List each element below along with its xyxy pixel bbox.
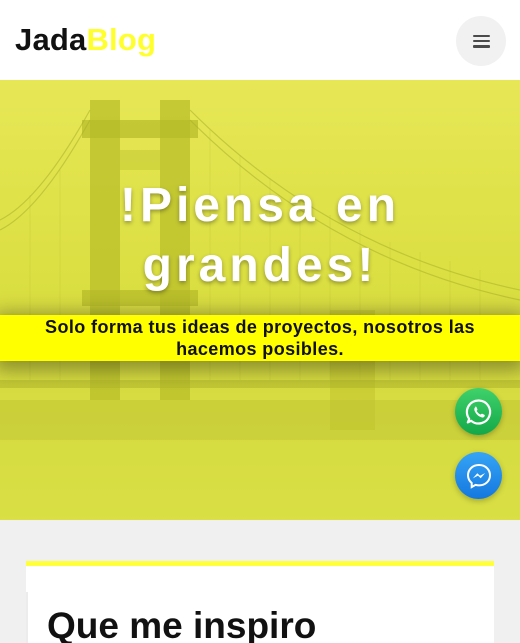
hero-banner: !Piensa en grandes! Solo forma tus ideas… [0,80,520,520]
hero-title: !Piensa en grandes! [0,176,520,296]
whatsapp-icon [465,398,491,425]
whatsapp-button[interactable] [455,388,502,435]
brand-logo[interactable]: JadaBlog [15,22,156,58]
bridge-background-image [0,80,520,520]
brand-name-accent: Blog [86,22,157,57]
inspiration-card: Que me inspiro [26,561,494,643]
brand-name-primary: Jada [15,22,87,57]
hero-subtitle-line2: hacemos posibles. [176,339,344,359]
top-navbar: JadaBlog [0,0,520,80]
section-title: Que me inspiro [47,605,317,643]
hamburger-icon [472,34,490,48]
hero-subtitle-line1: Solo forma tus ideas de proyectos, nosot… [45,317,475,337]
card-body: Que me inspiro [26,592,494,643]
messenger-icon [466,463,491,489]
messenger-button[interactable] [455,452,502,499]
hero-title-line1: !Piensa en [119,179,401,232]
hero-title-line2: grandes! [142,239,378,292]
menu-toggle-button[interactable] [456,16,506,66]
hero-subtitle-band: Solo forma tus ideas de proyectos, nosot… [0,315,520,361]
hero-subtitle: Solo forma tus ideas de proyectos, nosot… [0,315,520,360]
